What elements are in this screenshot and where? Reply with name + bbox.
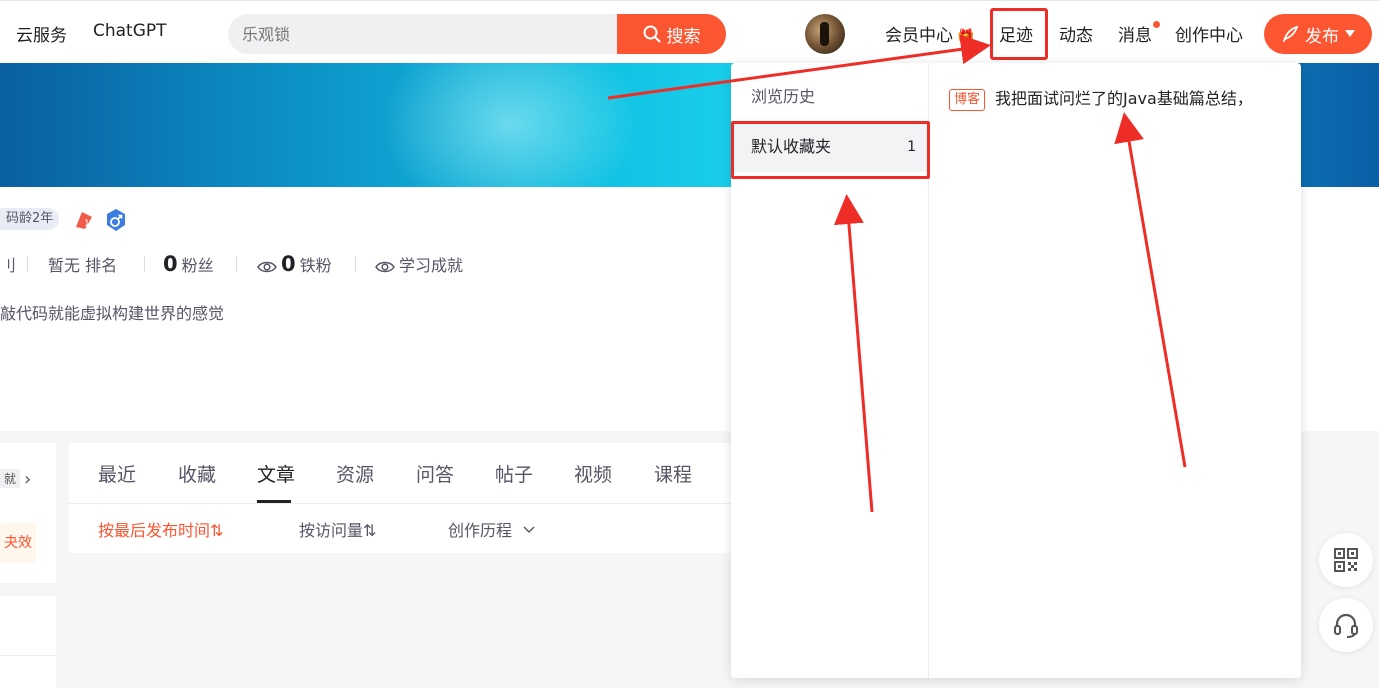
svg-text:1: 1 — [84, 219, 90, 229]
search-button-label: 搜索 — [666, 26, 701, 47]
nav-link-dynamics[interactable]: 动态 — [1059, 21, 1093, 46]
search-button[interactable]: 搜索 — [617, 14, 726, 54]
tab-qa[interactable]: 问答 — [416, 460, 454, 487]
stat-iron-fans[interactable]: 0 铁粉 — [257, 252, 332, 276]
avatar[interactable] — [805, 14, 845, 54]
sort-by-views[interactable]: 按访问量⇅ — [299, 517, 376, 541]
stat-achievement[interactable]: 学习成就 — [375, 252, 463, 276]
creation-history-dropdown[interactable]: 创作历程 — [448, 517, 535, 541]
customer-service-button[interactable] — [1319, 598, 1373, 652]
code-age-badge: 码龄2年 — [0, 208, 60, 230]
favorite-entry-title: 我把面试问烂了的Java基础篇总结， — [995, 89, 1253, 108]
left-side-card-2 — [0, 596, 56, 688]
content-tabs-card: 最近 收藏 文章 资源 问答 帖子 视频 课程 按最后发布时间⇅ 按访问量⇅ 创… — [69, 443, 769, 553]
tab-favorites[interactable]: 收藏 — [178, 460, 216, 487]
chevron-down-icon — [523, 526, 535, 533]
default-folder-highlight-box — [731, 121, 930, 179]
stat-divider — [236, 256, 237, 272]
fans-count: 0 — [163, 252, 178, 276]
nav-link-messages[interactable]: 消息 — [1118, 21, 1152, 46]
stat-divider — [355, 256, 356, 272]
nav-link-chatgpt[interactable]: ChatGPT — [93, 21, 167, 41]
headset-icon — [1334, 613, 1358, 638]
blog-tag-badge: 博客 — [949, 89, 986, 111]
qr-code-icon — [1334, 548, 1358, 572]
footprint-highlight-box — [990, 8, 1048, 60]
divider — [69, 503, 769, 504]
left-side-card: 就 › 夬效 — [0, 443, 56, 583]
stat-partial: 刂 — [0, 256, 17, 275]
tab-resources[interactable]: 资源 — [336, 460, 374, 487]
member-center-label: 会员中心 — [885, 26, 953, 46]
caret-down-icon — [1345, 30, 1355, 37]
nav-link-member-center[interactable]: 会员中心 🎁 — [885, 21, 974, 46]
stat-divider — [27, 256, 28, 272]
iron-fans-label: 铁粉 — [299, 256, 332, 275]
tab-recent[interactable]: 最近 — [98, 460, 136, 487]
male-gender-icon — [107, 209, 125, 231]
fans-label: 粉丝 — [181, 256, 214, 275]
nav-link-creation-center[interactable]: 创作中心 — [1175, 21, 1243, 46]
stat-divider — [144, 256, 145, 272]
eye-icon — [257, 261, 277, 272]
quill-icon — [1283, 25, 1299, 42]
stat-fans[interactable]: 0 粉丝 — [163, 252, 214, 276]
search-icon — [643, 25, 660, 43]
left-orange-tag: 夬效 — [0, 523, 36, 563]
chevron-right-icon[interactable]: › — [24, 469, 31, 490]
achievement-label: 学习成就 — [399, 256, 464, 275]
qr-code-button[interactable] — [1319, 533, 1373, 587]
eye-icon — [375, 261, 395, 272]
medal-icon: 1 — [76, 212, 92, 229]
tab-courses[interactable]: 课程 — [654, 460, 692, 487]
creation-history-label: 创作历程 — [448, 521, 513, 540]
browse-history-item[interactable]: 浏览历史 — [731, 72, 928, 122]
gift-icon: 🎁 — [957, 29, 975, 45]
left-tag: 就 — [0, 469, 21, 488]
stat-rank: 暂无 排名 — [48, 256, 118, 275]
top-navigation-bar: 云服务 ChatGPT 搜索 会员中心🎁 足迹 动态 消息 创作中心 发布 — [0, 0, 1379, 63]
message-notification-dot — [1153, 21, 1160, 28]
iron-fans-count: 0 — [281, 252, 296, 276]
tab-articles[interactable]: 文章 — [257, 460, 295, 487]
divider — [0, 655, 56, 656]
tab-videos[interactable]: 视频 — [574, 460, 612, 487]
tab-posts[interactable]: 帖子 — [495, 460, 533, 487]
favorite-entry[interactable]: 博客 我把面试问烂了的Java基础篇总结， — [949, 85, 1289, 111]
nav-link-cloud-service[interactable]: 云服务 — [16, 21, 67, 46]
publish-button[interactable]: 发布 — [1264, 14, 1372, 54]
sort-by-publish-time[interactable]: 按最后发布时间⇅ — [98, 517, 223, 541]
publish-button-label: 发布 — [1305, 26, 1339, 47]
profile-bio: 敲代码就能虚拟构建世界的感觉 — [0, 304, 225, 323]
search-input[interactable] — [228, 14, 618, 54]
